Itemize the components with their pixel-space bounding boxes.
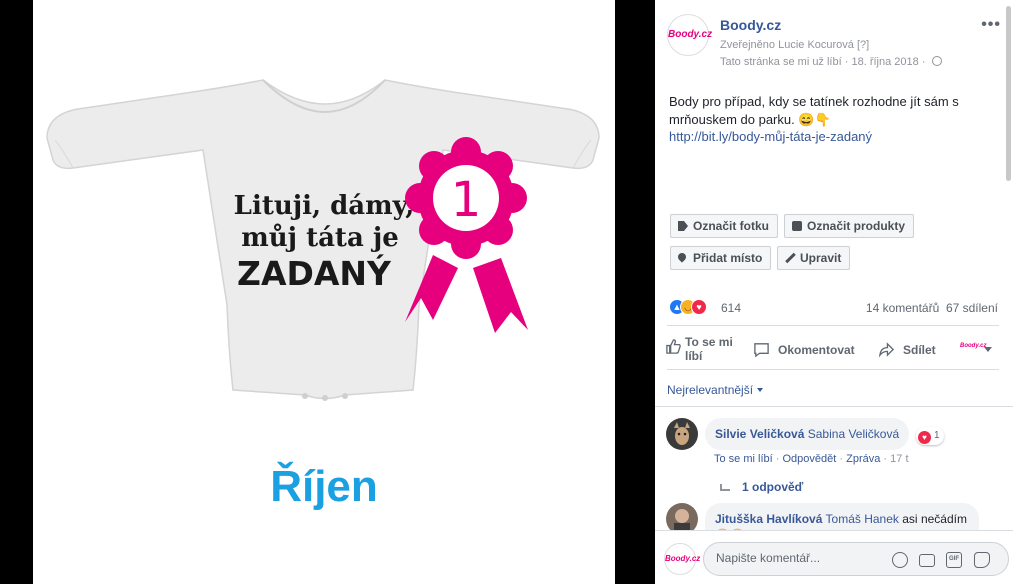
comment-like-link[interactable]: To se mi líbí <box>714 453 773 465</box>
published-by: Zveřejněno Lucie Kocurová [?] <box>720 39 869 51</box>
share-label: Sdílet <box>903 343 936 357</box>
divider-top <box>667 325 999 326</box>
pin-icon <box>676 251 688 263</box>
comment-composer: Boody.cz GIF <box>655 530 1013 584</box>
love-reaction-icon: ♥ <box>691 299 707 315</box>
replies-count: 1 odpověď <box>742 480 804 494</box>
post-meta: Tato stránka se mi už líbí · 18. října 2… <box>720 56 942 68</box>
comment-text[interactable]: Sabina Veličková <box>808 427 899 441</box>
heart-icon: ♥ <box>918 431 931 444</box>
comment-tagged-2[interactable]: Tomáš Hanek <box>826 512 899 526</box>
post-photo[interactable]: Lituji, dámy, můj táta je ZADANÝ 1 Říjen <box>33 0 615 584</box>
reaction-count: 614 <box>721 301 742 315</box>
comment-avatar[interactable] <box>666 418 698 450</box>
bag-icon <box>792 221 802 231</box>
chevron-down-icon <box>984 347 992 352</box>
edit-button[interactable]: Upravit <box>777 246 851 270</box>
as-page-avatar: Boody.cz <box>960 343 987 349</box>
sort-caret-icon <box>757 388 764 392</box>
view-replies-link[interactable]: 1 odpověď <box>720 480 803 494</box>
pencil-icon <box>785 252 796 264</box>
composer-box[interactable]: GIF <box>703 542 1009 576</box>
edit-label: Upravit <box>800 251 842 265</box>
month-label: Říjen <box>270 462 378 511</box>
comment-label: Okomentovat <box>778 343 855 357</box>
page-avatar[interactable]: Boody.cz <box>667 14 712 56</box>
composer-avatar[interactable]: Boody.cz <box>664 543 700 575</box>
comment-bubble: Silvie Veličková Sabina Veličková <box>705 418 910 450</box>
post-header: Boody.cz Boody.cz Zveřejněno Lucie Kocur… <box>667 14 1003 74</box>
comment-time[interactable]: 17 t <box>890 453 908 465</box>
like-label: To se mi líbí <box>685 335 733 363</box>
comment-sort-label: Nejrelevantnější <box>667 383 754 397</box>
gif-icon[interactable]: GIF <box>946 552 962 568</box>
comment-text-2: asi <box>902 512 918 526</box>
divider-bottom <box>667 369 999 370</box>
divider-comments <box>655 406 1013 407</box>
thumbs-up-icon <box>666 339 681 354</box>
shirt-text-line3: ZADANÝ <box>237 253 392 293</box>
comment-share-counts: 14 komentářů 67 sdílení <box>866 301 998 315</box>
badge-number: 1 <box>451 172 482 228</box>
reply-arrow-icon <box>720 484 730 491</box>
ribbon-right <box>473 258 528 333</box>
camera-icon[interactable] <box>919 554 935 567</box>
post-panel: Boody.cz Boody.cz Zveřejněno Lucie Kocur… <box>655 0 1013 584</box>
share-icon <box>878 342 895 358</box>
photo-viewer: Lituji, dámy, můj táta je ZADANÝ 1 Říjen <box>0 0 655 584</box>
post-text: Body pro případ, kdy se tatínek rozhodne… <box>669 94 959 127</box>
sticker-icon[interactable] <box>974 552 990 568</box>
page-name-link[interactable]: Boody.cz <box>720 17 781 33</box>
liked-status[interactable]: Tato stránka se mi už líbí <box>720 56 842 68</box>
commenter-photo <box>666 418 698 450</box>
tag-products-label: Označit produkty <box>807 219 906 233</box>
emoji-icon[interactable] <box>892 552 908 568</box>
tag-icon <box>678 221 688 231</box>
shirt-text-line1: Lituji, dámy, <box>234 191 415 221</box>
tag-products-button[interactable]: Označit produkty <box>784 214 915 238</box>
comment-author[interactable]: Silvie Veličková <box>715 427 804 441</box>
share-count[interactable]: 67 sdílení <box>946 301 998 315</box>
shirt-text-line2: můj táta je <box>241 223 399 253</box>
more-icon[interactable]: ••• <box>981 16 1001 34</box>
add-place-label: Přidat místo <box>693 251 763 265</box>
meta-separator-2: · <box>921 56 929 68</box>
comment-icon <box>754 343 769 358</box>
comment-count[interactable]: 14 komentářů <box>866 301 939 315</box>
post-as-selector[interactable]: Boody.cz <box>960 343 996 357</box>
comment-input[interactable] <box>716 551 886 565</box>
add-place-button[interactable]: Přidat místo <box>670 246 772 270</box>
published-by-text[interactable]: Zveřejněno Lucie Kocurová <box>720 39 854 51</box>
post-date[interactable]: 18. října 2018 <box>851 56 918 68</box>
comment-reaction-badge[interactable]: ♥ 1 <box>916 427 944 445</box>
tag-photo-label: Označit fotku <box>693 219 770 233</box>
comment-message-link[interactable]: Zpráva <box>846 453 880 465</box>
tag-photo-button[interactable]: Označit fotku <box>670 214 779 238</box>
published-hint[interactable]: [?] <box>857 39 869 51</box>
panel-scrollbar[interactable] <box>1006 6 1011 181</box>
post-link[interactable]: http://bit.ly/body-můj-táta-je-zadaný <box>669 129 872 144</box>
comment-author-2[interactable]: Jitušška Havlíková <box>715 512 822 526</box>
comment-actions: To se mi líbí · Odpovědět · Zpráva · 17 … <box>714 453 909 465</box>
comment-reaction-count: 1 <box>934 430 940 441</box>
comment-reply-link[interactable]: Odpovědět <box>782 453 836 465</box>
globe-icon[interactable] <box>931 56 942 66</box>
comment-sort-dropdown[interactable]: Nejrelevantnější <box>667 383 764 397</box>
